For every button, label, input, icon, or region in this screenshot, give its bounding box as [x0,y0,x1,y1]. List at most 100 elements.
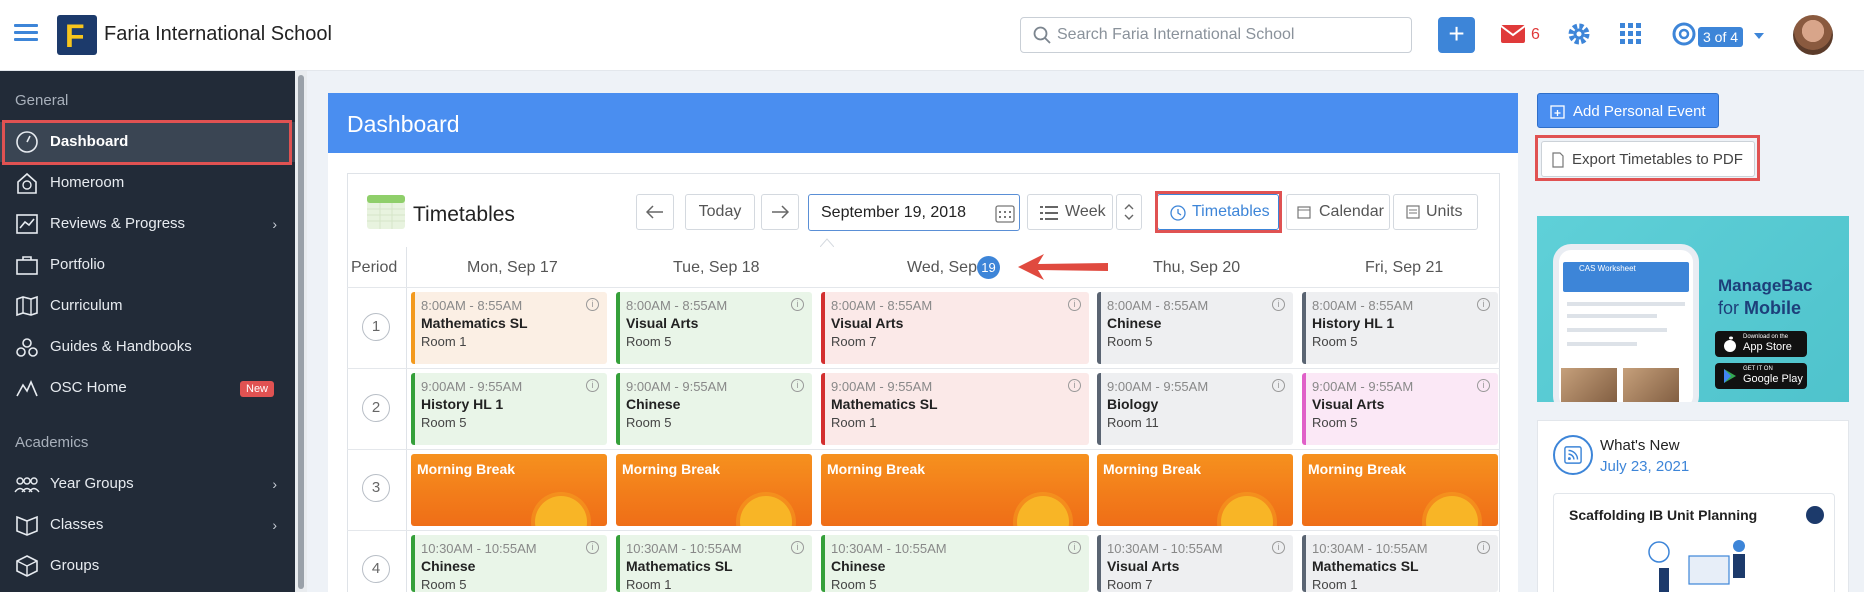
apple-icon [1724,336,1736,352]
sidebar-item-groups[interactable]: Groups [0,546,295,586]
news-card[interactable]: Scaffolding IB Unit Planning [1553,493,1835,592]
info-icon[interactable]: i [1477,541,1490,554]
timetable-cell[interactable]: 10:30AM - 10:55AM Mathematics SL Room 1 i [616,535,812,592]
period-number: 1 [362,313,390,341]
sidebar-item-year-groups[interactable]: Year Groups › [0,464,295,504]
info-icon[interactable]: i [791,379,804,392]
week-select[interactable]: Week [1027,194,1113,230]
mail-count[interactable]: 6 [1531,26,1540,44]
cell-subject: History HL 1 [421,396,504,412]
break-cell[interactable]: Morning Break [1097,454,1293,526]
phone-title: CAS Worksheet [1579,264,1636,273]
info-icon[interactable]: i [791,298,804,311]
units-icon [1406,205,1420,219]
timetable-cell[interactable]: 10:30AM - 10:55AM Chinese Room 5 i [411,535,607,592]
info-icon[interactable]: i [1068,298,1081,311]
help-lifebuoy-icon[interactable] [1672,22,1696,46]
google-play-badge[interactable]: GET IT ON Google Play [1715,363,1807,389]
school-name[interactable]: Faria International School [104,23,332,46]
info-icon[interactable]: i [586,379,599,392]
chevron-down-icon[interactable] [1754,33,1764,39]
timetable-cell[interactable]: 9:00AM - 9:55AM Mathematics SL Room 1 i [821,373,1089,445]
homeroom-icon [17,172,37,194]
cell-subject: Visual Arts [1312,396,1385,412]
timetable-cell[interactable]: 9:00AM - 9:55AM Chinese Room 5 i [616,373,812,445]
cell-time: 9:00AM - 9:55AM [1312,379,1414,394]
app-store-badge[interactable]: Download on the App Store [1715,331,1807,357]
period-number: 3 [362,474,390,502]
break-label: Morning Break [417,461,516,477]
next-week-button[interactable] [761,194,799,230]
cell-subject: History HL 1 [1312,315,1395,331]
help-count-badge[interactable]: 3 of 4 [1698,27,1744,47]
timetable-cell[interactable]: 10:30AM - 10:55AM Visual Arts Room 7 i [1097,535,1293,592]
break-cell[interactable]: Morning Break [821,454,1089,526]
apps-grid-icon[interactable] [1620,23,1642,45]
new-badge: New [240,381,275,397]
search-input[interactable] [1057,18,1397,52]
sun-icon [1426,496,1478,526]
mobile-app-promo[interactable]: CAS Worksheet ManageBac for Mobile Downl… [1537,216,1849,402]
sidebar-item-homeroom[interactable]: Homeroom [0,163,295,203]
search-box[interactable] [1020,17,1412,53]
cell-time: 8:00AM - 8:55AM [831,298,933,313]
mail-icon[interactable] [1500,24,1526,44]
tab-units[interactable]: Units [1393,194,1478,230]
sun-icon [1221,496,1273,526]
info-icon[interactable]: i [1477,298,1490,311]
timetable-cell[interactable]: 8:00AM - 8:55AM Visual Arts Room 5 i [616,292,812,364]
menu-icon[interactable] [14,24,38,42]
break-cell[interactable]: Morning Break [411,454,607,526]
prev-week-button[interactable] [636,194,674,230]
tab-calendar[interactable]: Calendar [1286,194,1390,230]
info-icon[interactable]: i [791,541,804,554]
gear-icon[interactable] [1567,22,1591,46]
sidebar-scrollbar[interactable] [295,71,307,592]
sidebar-section-academics: Academics [15,434,89,451]
cell-room: Room 7 [1107,577,1153,592]
cell-room: Room 1 [831,415,877,430]
timetable-cell[interactable]: 9:00AM - 9:55AM History HL 1 Room 5 i [411,373,607,445]
tab-calendar-label: Calendar [1319,203,1384,220]
add-personal-event-button[interactable]: Add Personal Event [1537,93,1719,128]
today-date-badge: 19 [977,256,1000,279]
add-button[interactable]: + [1438,17,1475,53]
row-divider [347,287,1500,288]
info-icon[interactable]: i [1068,379,1081,392]
phone-row [1567,302,1685,306]
timetable-cell[interactable]: 8:00AM - 8:55AM History HL 1 Room 5 i [1302,292,1498,364]
sidebar-item-curriculum[interactable]: Curriculum [0,286,295,326]
school-logo[interactable]: F [57,15,97,55]
timetable-cell[interactable]: 9:00AM - 9:55AM Biology Room 11 i [1097,373,1293,445]
info-icon[interactable]: i [1272,379,1285,392]
user-avatar[interactable] [1793,15,1833,55]
timetable-cell[interactable]: 8:00AM - 8:55AM Visual Arts Room 7 i [821,292,1089,364]
info-icon[interactable]: i [1272,541,1285,554]
cell-room: Room 5 [421,577,467,592]
calendar-icon[interactable] [995,203,1015,223]
info-icon[interactable]: i [586,298,599,311]
break-cell[interactable]: Morning Break [616,454,812,526]
info-icon[interactable]: i [1477,379,1490,392]
today-button[interactable]: Today [685,194,755,230]
timetable-cell[interactable]: 10:30AM - 10:55AM Mathematics SL Room 1 i [1302,535,1498,592]
date-picker[interactable]: September 19, 2018 [808,194,1020,231]
info-icon[interactable]: i [1068,541,1081,554]
sidebar-item-portfolio[interactable]: Portfolio [0,245,295,285]
sidebar-item-reviews-progress[interactable]: Reviews & Progress › [0,204,295,244]
timetable-cell[interactable]: 8:00AM - 8:55AM Chinese Room 5 i [1097,292,1293,364]
sidebar-item-guides-handbooks[interactable]: Guides & Handbooks [0,327,295,367]
week-stepper[interactable] [1116,194,1142,230]
info-icon[interactable]: i [586,541,599,554]
info-icon[interactable]: i [1272,298,1285,311]
sidebar-item-classes[interactable]: Classes › [0,505,295,545]
scrollbar-thumb[interactable] [298,75,304,589]
curriculum-icon [16,295,38,317]
sidebar-item-osc-home[interactable]: OSC Home New [0,368,295,408]
break-cell[interactable]: Morning Break [1302,454,1498,526]
cell-time: 10:30AM - 10:55AM [831,541,947,556]
timetable-cell[interactable]: 9:00AM - 9:55AM Visual Arts Room 5 i [1302,373,1498,445]
timetable-cell[interactable]: 8:00AM - 8:55AM Mathematics SL Room 1 i [411,292,607,364]
year-groups-icon [14,477,40,493]
timetable-cell[interactable]: 10:30AM - 10:55AM Chinese Room 5 i [821,535,1089,592]
